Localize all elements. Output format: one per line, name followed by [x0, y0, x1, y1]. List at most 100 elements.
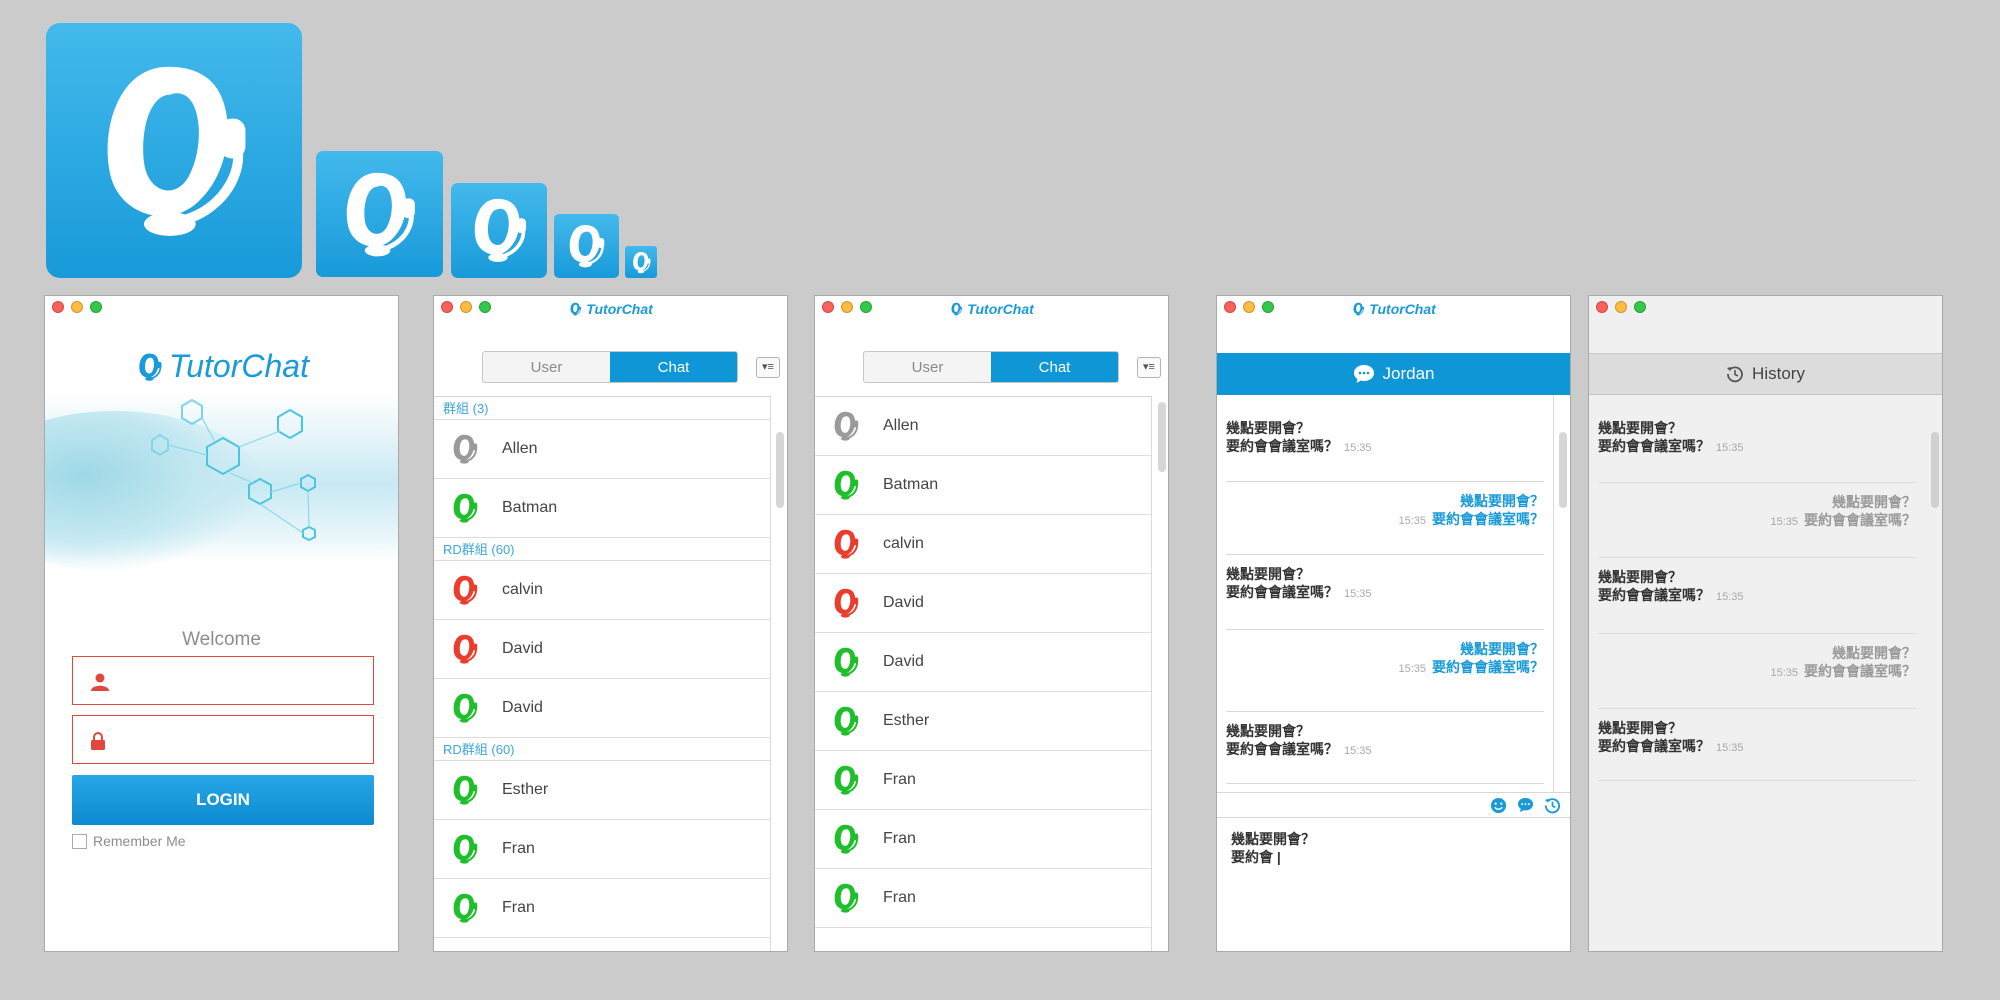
app-logo: TutorChat — [45, 348, 398, 385]
compose-line-1: 幾點要開會？ — [1231, 831, 1315, 847]
online-status-icon — [834, 706, 859, 736]
contact-item[interactable]: Esther — [434, 761, 771, 820]
username-input[interactable] — [121, 665, 361, 697]
message-time: 15:35 — [1716, 442, 1744, 454]
chat-icon[interactable] — [1517, 797, 1534, 814]
message-line: 幾點要開會？ — [1832, 494, 1916, 510]
scroll-track — [1553, 395, 1554, 793]
list-menu-button[interactable]: ▾≡ — [756, 357, 780, 378]
message-time: 15:35 — [1716, 591, 1744, 603]
group-header[interactable]: 群組 (3) — [434, 397, 771, 420]
list-menu-button[interactable]: ▾≡ — [1137, 357, 1161, 378]
window-title-text: TutorChat — [586, 301, 653, 317]
contact-item[interactable]: Fran — [815, 810, 1151, 869]
user-icon — [91, 673, 109, 691]
scrollbar[interactable] — [1931, 432, 1939, 508]
scrollbar[interactable] — [1158, 402, 1166, 472]
message-time: 15:35 — [1344, 442, 1372, 454]
message-line: 要約會會議室嗎？ — [1598, 587, 1710, 603]
password-field[interactable] — [72, 715, 374, 764]
tutorchat-logo-icon — [1353, 302, 1365, 316]
minimize-button[interactable] — [1615, 301, 1627, 313]
contact-item[interactable]: Fran — [434, 820, 771, 879]
chat-toolbar — [1217, 792, 1570, 818]
sent-message: 幾點要開會？ 15:35 要約會會議室嗎？ — [1598, 493, 1916, 558]
contact-list: 群組 (3) Allen Batman RD群組 (60) calvin David Dav… — [434, 396, 771, 951]
close-button[interactable] — [52, 301, 64, 313]
contact-item[interactable]: Batman — [815, 456, 1151, 515]
online-status-icon — [453, 893, 478, 923]
zoom-button[interactable] — [1634, 301, 1646, 313]
view-tabs: User Chat — [482, 351, 738, 383]
welcome-text: Welcome — [182, 629, 261, 650]
zoom-button[interactable] — [90, 301, 102, 313]
chat-bubble-icon — [1353, 365, 1374, 383]
contact-item[interactable]: Fran — [434, 879, 771, 938]
scrollbar[interactable] — [776, 432, 784, 508]
message-compose-input[interactable]: 幾點要開會？ 要約會 | — [1231, 830, 1556, 866]
contact-item[interactable]: Allen — [434, 420, 771, 479]
message-time: 15:35 — [1398, 663, 1426, 675]
window-controls — [1596, 301, 1646, 313]
lock-icon — [91, 732, 105, 750]
history-window: History 幾點要開會？ 要約會會議室嗎？ 15:35 幾點要開會？ 15:35 要約… — [1588, 295, 1943, 952]
history-title: History — [1752, 364, 1805, 383]
scroll-track — [770, 396, 771, 951]
contact-item[interactable]: David — [434, 679, 771, 738]
contact-item[interactable]: Esther — [815, 692, 1151, 751]
remember-me-label: Remember Me — [93, 833, 186, 849]
tab-chat[interactable]: Chat — [610, 352, 737, 382]
message-line: 幾點要開會？ — [1226, 420, 1310, 436]
contact-item[interactable]: Fran — [815, 869, 1151, 928]
contact-item[interactable]: Allen — [815, 397, 1151, 456]
window-title: TutorChat — [815, 301, 1168, 317]
contact-item[interactable]: David — [815, 633, 1151, 692]
message-line: 要約會會議室嗎？ — [1226, 438, 1338, 454]
message-line: 幾點要開會？ — [1460, 493, 1544, 509]
tutorchat-logo-icon — [569, 225, 605, 268]
message-time: 15:35 — [1344, 745, 1372, 757]
online-status-icon — [834, 824, 859, 854]
username-field[interactable] — [72, 656, 374, 705]
close-button[interactable] — [1596, 301, 1608, 313]
tutorchat-logo-icon — [632, 251, 650, 273]
tab-user[interactable]: User — [483, 352, 610, 382]
app-name: TutorChat — [169, 348, 309, 384]
window-title: TutorChat — [434, 301, 787, 317]
contact-item[interactable]: calvin — [434, 561, 771, 620]
chat-window: TutorChat Jordan 幾點要開會？ 要約會會議室嗎？ 15:35 幾點要開… — [1216, 295, 1571, 952]
contact-name: Fran — [502, 899, 535, 916]
group-header[interactable]: RD群組 (60) — [434, 538, 771, 561]
contact-item[interactable]: calvin — [815, 515, 1151, 574]
emoji-icon[interactable] — [1490, 797, 1507, 814]
minimize-button[interactable] — [71, 301, 83, 313]
history-icon[interactable] — [1544, 797, 1561, 814]
chat-header: Jordan — [1217, 353, 1570, 395]
message-list: 幾點要開會？ 要約會會議室嗎？ 15:35 幾點要開會？ 15:35 要約會會議室嗎？ 幾點… — [1217, 395, 1570, 951]
received-message: 幾點要開會？ 要約會會議室嗎？ 15:35 — [1226, 565, 1544, 630]
app-icon-xs — [625, 246, 657, 278]
group-header[interactable]: RD群組 (60) — [434, 738, 771, 761]
tab-chat[interactable]: Chat — [991, 352, 1118, 382]
busy-status-icon — [834, 588, 859, 618]
tutorchat-logo-icon — [570, 302, 582, 316]
login-button[interactable]: LOGIN — [72, 775, 374, 825]
scrollbar[interactable] — [1559, 432, 1567, 508]
contact-name: Batman — [883, 476, 939, 493]
remember-me-checkbox[interactable] — [72, 833, 87, 849]
window-title-text: TutorChat — [967, 301, 1034, 317]
contact-item[interactable]: David — [815, 574, 1151, 633]
message-line: 幾點要開會？ — [1832, 645, 1916, 661]
tab-user[interactable]: User — [864, 352, 991, 382]
contact-item[interactable]: David — [434, 620, 771, 679]
history-header: History — [1589, 353, 1942, 395]
contact-item[interactable]: Batman — [434, 479, 771, 538]
app-icon-m — [451, 183, 547, 278]
offline-status-icon — [834, 411, 859, 441]
password-input[interactable] — [121, 724, 361, 756]
window-controls — [52, 301, 102, 313]
message-time: 15:35 — [1398, 515, 1426, 527]
contact-item[interactable]: Fran — [815, 751, 1151, 810]
app-icon-s — [554, 214, 619, 278]
remember-me[interactable]: Remember Me — [72, 833, 186, 849]
